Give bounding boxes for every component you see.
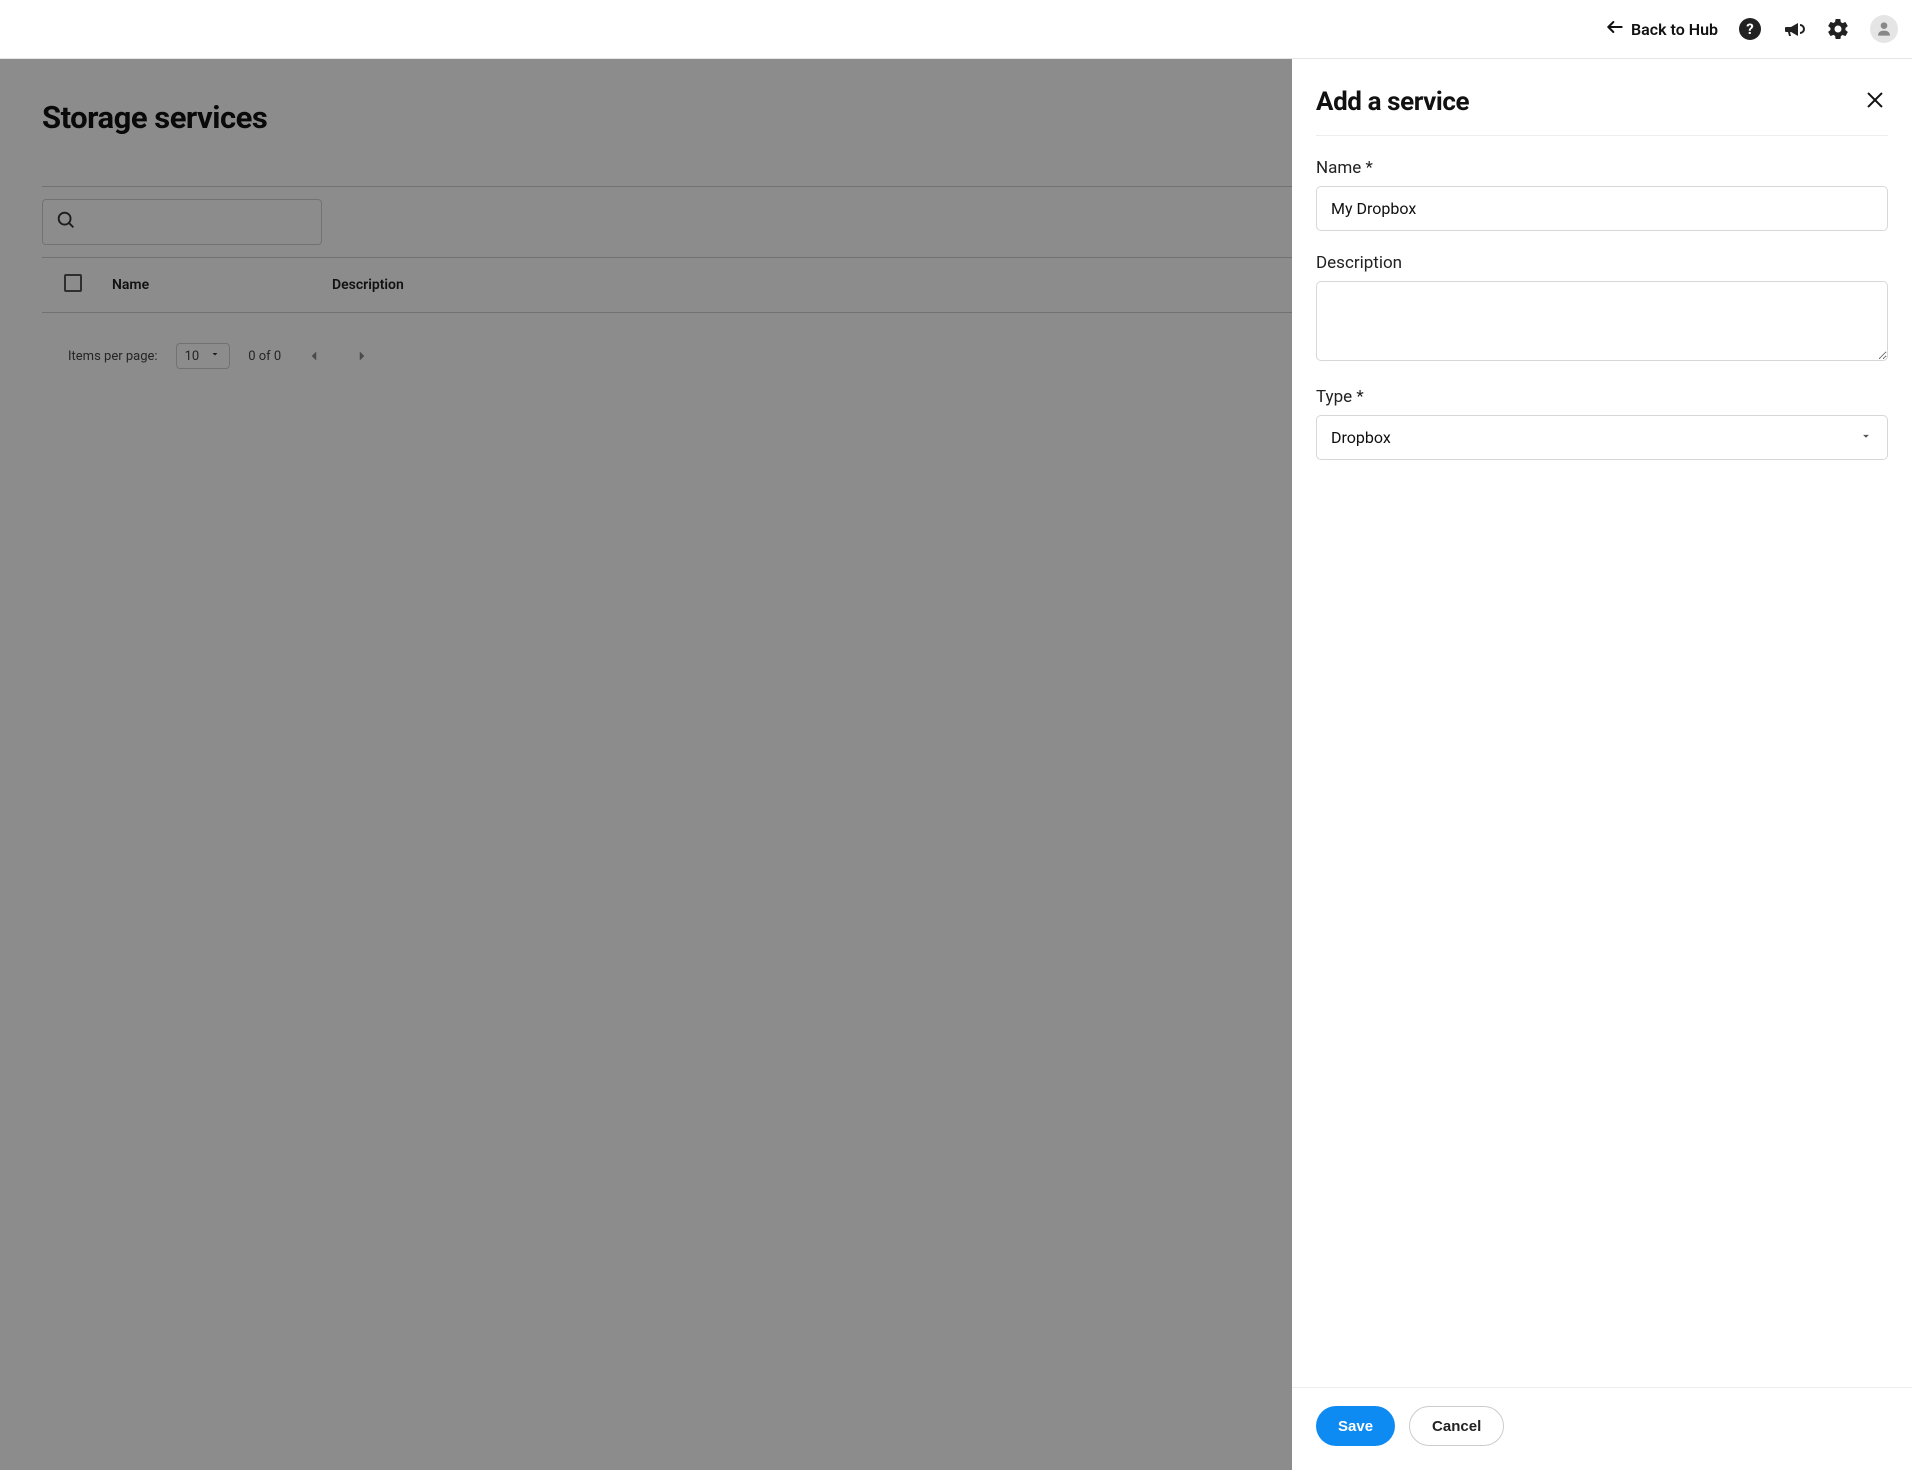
close-button[interactable] [1862, 89, 1888, 115]
panel-header: Add a service [1316, 87, 1888, 136]
gear-icon[interactable] [1826, 17, 1850, 41]
type-select[interactable]: Dropbox [1316, 415, 1888, 460]
svg-text:?: ? [1746, 20, 1753, 38]
panel-title: Add a service [1316, 87, 1469, 117]
arrow-left-icon [1605, 17, 1625, 41]
announcements-icon[interactable] [1782, 17, 1806, 41]
type-value: Dropbox [1331, 428, 1391, 447]
help-icon[interactable]: ? [1738, 17, 1762, 41]
save-button[interactable]: Save [1316, 1406, 1395, 1446]
back-to-hub-button[interactable]: Back to Hub [1605, 17, 1718, 41]
add-service-panel: Add a service Name * Description Type * … [1292, 59, 1912, 1470]
type-field: Type * Dropbox [1316, 387, 1888, 460]
panel-footer: Save Cancel [1292, 1387, 1912, 1470]
cancel-button[interactable]: Cancel [1409, 1406, 1504, 1446]
close-icon [1864, 89, 1886, 115]
panel-body: Add a service Name * Description Type * … [1292, 59, 1912, 1387]
name-field: Name * [1316, 158, 1888, 231]
description-label: Description [1316, 253, 1888, 273]
back-to-hub-label: Back to Hub [1631, 20, 1718, 39]
name-input[interactable] [1316, 186, 1888, 231]
description-input[interactable] [1316, 281, 1888, 361]
page: Storage services Name Description [0, 59, 1912, 1470]
avatar[interactable] [1870, 15, 1898, 43]
description-field: Description [1316, 253, 1888, 365]
name-label: Name * [1316, 158, 1888, 178]
type-label: Type * [1316, 387, 1888, 407]
chevron-down-icon [1859, 428, 1873, 447]
topbar: Back to Hub ? [0, 0, 1912, 59]
